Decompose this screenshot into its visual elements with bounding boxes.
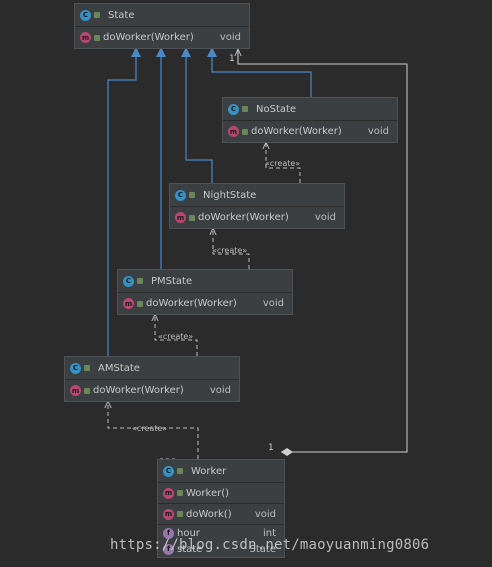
method-icon: m	[175, 212, 186, 223]
method-name: doWorker(Worker)	[198, 212, 289, 223]
inheritance-edge-nightstate	[181, 47, 213, 184]
class-amstate[interactable]: C AMState m doWorker(Worker) void	[64, 356, 240, 402]
method-row: m doWorker(Worker) void	[170, 207, 344, 228]
class-header: C Worker	[158, 460, 284, 483]
class-header: C NightState	[170, 184, 344, 207]
method-row: m doWorker(Worker) void	[65, 380, 239, 401]
class-pmstate[interactable]: C PMState m doWorker(Worker) void	[117, 269, 293, 315]
method-row: m doWorker(Worker) void	[223, 121, 397, 142]
method-icon: m	[228, 126, 239, 137]
class-name: Worker	[191, 465, 227, 477]
create-label-pmstate: «create»	[158, 332, 193, 341]
method-return-type: void	[219, 32, 241, 43]
visibility-icon	[177, 490, 183, 496]
method-icon: m	[70, 385, 81, 396]
watermark: https://blog.csdn.net/maoyuanming0806	[110, 537, 430, 553]
visibility-icon	[84, 365, 90, 371]
class-icon: C	[70, 362, 81, 374]
visibility-icon	[177, 468, 183, 474]
method-icon: m	[80, 32, 91, 43]
visibility-icon	[137, 278, 143, 284]
class-header: C PMState	[118, 270, 292, 293]
method-return-type: void	[262, 298, 284, 309]
class-name: AMState	[98, 362, 140, 374]
constructor-name: Worker()	[186, 487, 230, 499]
class-name: NightState	[203, 189, 257, 201]
class-nightstate[interactable]: C NightState m doWorker(Worker) void	[169, 183, 345, 229]
constructor-row: m Worker()	[158, 483, 284, 504]
method-name: doWorker(Worker)	[146, 298, 237, 309]
visibility-icon	[84, 387, 90, 394]
method-name: doWorker(Worker)	[251, 126, 342, 137]
visibility-icon	[242, 106, 248, 112]
method-name: doWorker(Worker)	[103, 32, 194, 43]
class-nostate[interactable]: C NoState m doWorker(Worker) void	[222, 97, 398, 143]
class-name: State	[108, 9, 135, 21]
class-name: PMState	[151, 275, 193, 287]
method-return-type: void	[209, 385, 231, 396]
class-icon: C	[80, 9, 91, 21]
visibility-icon	[94, 12, 100, 18]
class-header: C State	[75, 4, 249, 27]
visibility-icon	[242, 128, 248, 135]
class-name: NoState	[256, 103, 297, 115]
constructor-icon: m	[163, 487, 174, 499]
method-row: m doWorker(Worker) void	[118, 293, 292, 314]
visibility-icon	[94, 34, 100, 41]
visibility-icon	[189, 192, 195, 198]
class-header: C AMState	[65, 357, 239, 380]
class-icon: C	[123, 275, 134, 287]
class-icon: C	[175, 189, 186, 201]
multiplicity-label-worker: 1	[268, 443, 274, 453]
class-icon: C	[228, 103, 239, 115]
create-label-nightstate: «create»	[212, 246, 247, 255]
inheritance-edge-nostate	[207, 47, 312, 97]
create-label-amstate: «create»	[132, 424, 167, 433]
create-label-nostate: «create»	[265, 159, 300, 168]
class-icon: C	[163, 465, 174, 477]
method-return-type: void	[254, 508, 276, 520]
method-name: doWork()	[186, 508, 232, 520]
method-row: m doWorker(Worker) void	[75, 27, 249, 48]
visibility-icon	[189, 214, 195, 221]
method-icon: m	[123, 298, 134, 309]
method-icon: m	[163, 508, 174, 520]
method-return-type: void	[314, 212, 336, 223]
visibility-icon	[177, 511, 183, 517]
visibility-icon	[137, 300, 143, 307]
method-return-type: void	[367, 126, 389, 137]
class-header: C NoState	[223, 98, 397, 121]
method-name: doWorker(Worker)	[93, 385, 184, 396]
class-state[interactable]: C State m doWorker(Worker) void	[74, 3, 250, 49]
method-row: m doWork() void	[158, 504, 284, 525]
multiplicity-label-state: 1	[229, 54, 235, 64]
